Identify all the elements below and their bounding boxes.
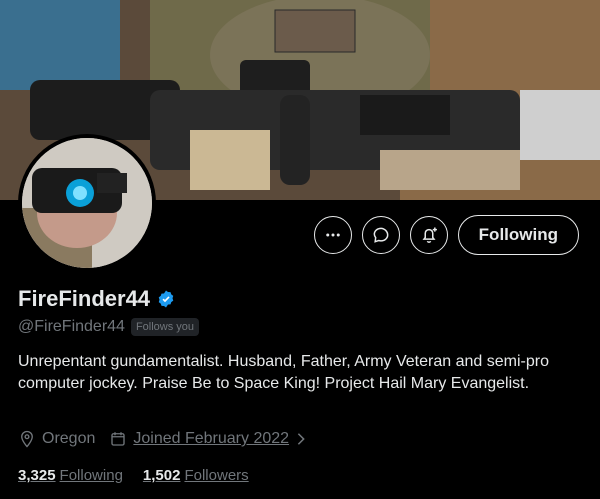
following-count: 3,325 [18, 467, 56, 484]
location-text: Oregon [42, 430, 96, 447]
location-item: Oregon [18, 430, 95, 448]
follow-stats: 3,325 Following 1,502 Followers [18, 467, 249, 484]
message-button[interactable] [361, 216, 400, 254]
display-name: FireFinder44 [18, 286, 151, 311]
followers-count: 1,502 [142, 467, 181, 484]
following-button[interactable]: Following [457, 215, 579, 255]
notifications-button[interactable] [409, 216, 448, 254]
verified-badge-icon[interactable] [156, 289, 176, 309]
profile-meta: Oregon Joined February 2022 [18, 430, 307, 448]
message-icon [373, 227, 389, 243]
avatar-image [22, 138, 152, 268]
calendar-icon [111, 432, 126, 446]
more-button[interactable] [313, 216, 352, 254]
more-horizontal-icon [325, 233, 340, 237]
profile-bio: Unrepentant gundamentalist. Husband, Fat… [18, 353, 549, 392]
profile-name-row: FireFinder44 [18, 286, 176, 312]
chevron-right-icon[interactable] [295, 432, 307, 446]
joined-date-link[interactable]: Joined February 2022 [133, 430, 289, 448]
following-stat-link[interactable]: 3,325 Following [18, 467, 123, 484]
followers-stat-link[interactable]: 1,502 Followers [143, 467, 249, 484]
profile-actions: Following [313, 215, 579, 255]
bell-plus-icon [422, 227, 437, 244]
handle-row: @FireFinder44 Follows you [18, 318, 200, 336]
joined-item[interactable]: Joined February 2022 [109, 430, 307, 448]
user-handle: @FireFinder44 [18, 318, 125, 335]
location-pin-icon [21, 430, 33, 448]
follows-you-badge: Follows you [130, 318, 200, 336]
following-label: Following [59, 467, 123, 484]
followers-label: Followers [184, 467, 249, 484]
profile-avatar[interactable] [18, 134, 156, 272]
